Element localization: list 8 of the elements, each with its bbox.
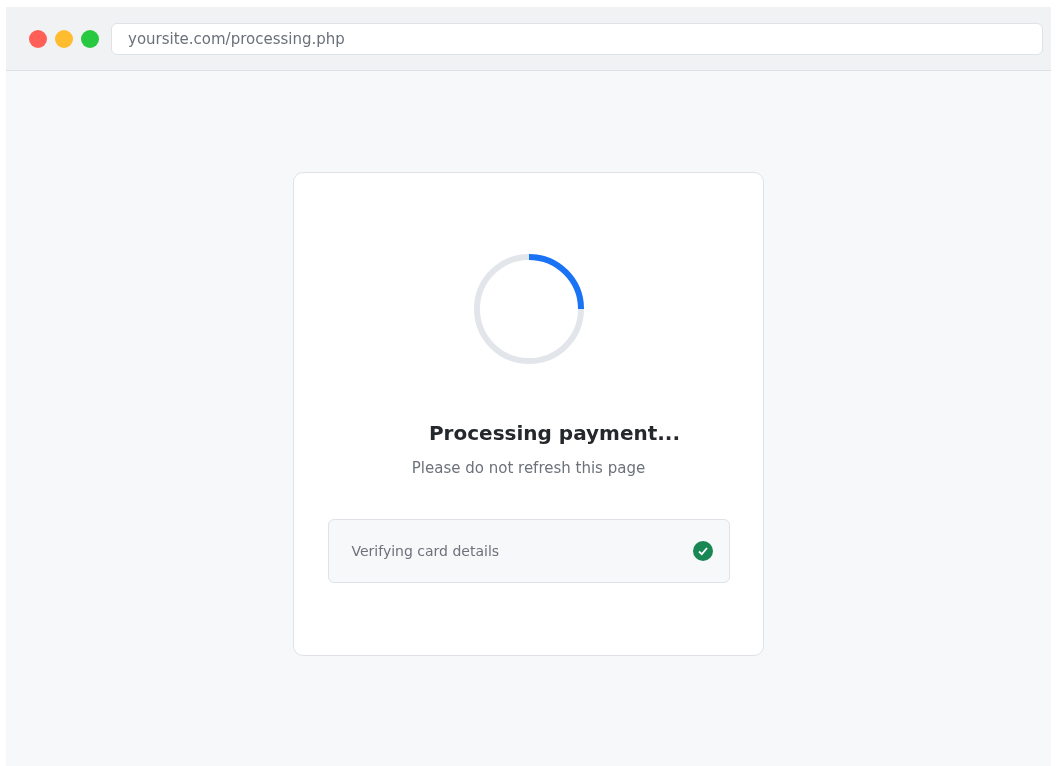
minimize-dot[interactable] xyxy=(55,29,73,48)
refresh-warning: Please do not refresh this page xyxy=(411,459,646,477)
loading-spinner-icon xyxy=(472,253,585,365)
processing-title: Processing payment... xyxy=(427,421,681,445)
maximize-dot[interactable] xyxy=(81,29,99,48)
close-dot[interactable] xyxy=(29,29,47,48)
step-label: Verifying card details xyxy=(351,543,500,559)
address-bar[interactable]: yoursite.com/processing.php xyxy=(111,22,1043,55)
